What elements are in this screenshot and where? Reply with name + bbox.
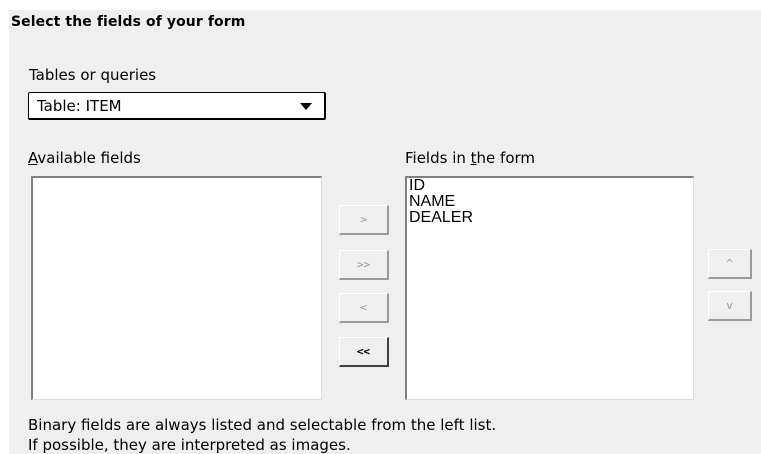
chevron-down-icon[interactable] bbox=[300, 103, 312, 110]
binary-fields-note-line1: Binary fields are always listed and sele… bbox=[28, 416, 497, 434]
form-fields-label: Fields in the form bbox=[405, 149, 535, 167]
list-item[interactable]: ID bbox=[407, 178, 693, 194]
available-fields-accel: A bbox=[28, 149, 38, 167]
available-fields-list[interactable] bbox=[31, 176, 322, 400]
add-all-fields-button[interactable]: >> bbox=[339, 250, 389, 280]
table-select-value: Table: ITEM bbox=[37, 97, 122, 115]
form-wizard-panel: Select the fields of your form Tables or… bbox=[9, 10, 761, 454]
tables-label: Tables or queries bbox=[29, 66, 157, 84]
add-field-button[interactable]: > bbox=[339, 205, 389, 235]
available-fields-label: Available fields bbox=[28, 149, 141, 167]
form-fields-label-pre: Fields in bbox=[405, 149, 471, 167]
remove-field-button[interactable]: < bbox=[339, 293, 389, 323]
binary-fields-note-line2: If possible, they are interpreted as ima… bbox=[28, 436, 351, 454]
move-up-button[interactable]: ^ bbox=[708, 249, 752, 279]
form-fields-label-rest: he form bbox=[476, 149, 536, 167]
table-select-dropdown[interactable]: Table: ITEM bbox=[28, 92, 326, 120]
move-down-button[interactable]: v bbox=[708, 291, 752, 321]
page-title: Select the fields of your form bbox=[11, 14, 246, 30]
available-fields-label-rest: vailable fields bbox=[37, 149, 141, 167]
remove-all-fields-button[interactable]: << bbox=[339, 337, 389, 367]
list-item[interactable]: NAME bbox=[407, 194, 693, 210]
list-item[interactable]: DEALER bbox=[407, 210, 693, 226]
form-fields-list[interactable]: ID NAME DEALER bbox=[405, 176, 694, 400]
